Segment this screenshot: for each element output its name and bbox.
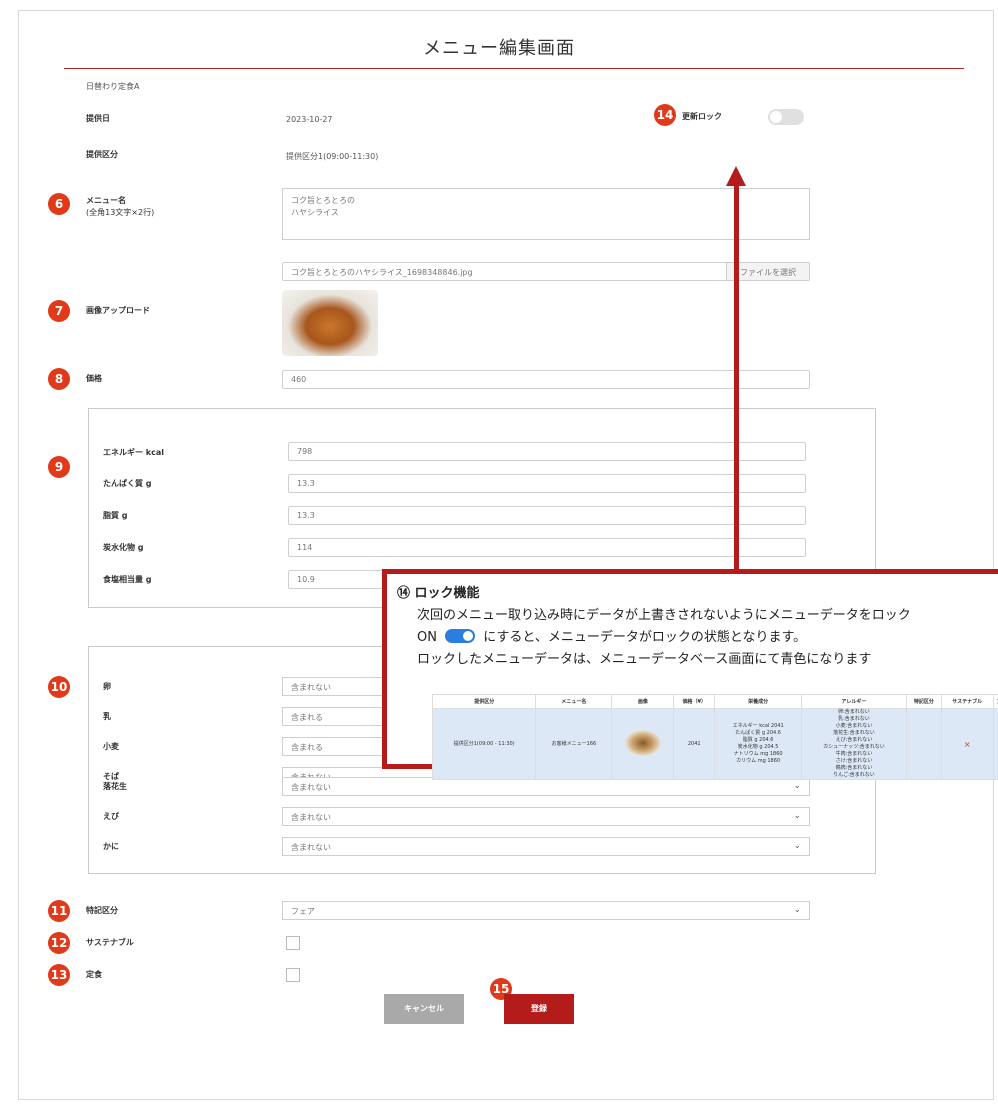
badge-6: 6 — [48, 193, 70, 215]
allergen-value-6: 含まれない — [291, 843, 331, 852]
breadcrumb: 日替わり定食A — [86, 82, 140, 91]
table-header: 栄養成分 — [714, 694, 803, 709]
table-cell-set: × — [992, 708, 998, 780]
table-header: メニュー名 — [535, 694, 613, 709]
chevron-down-icon: ⌄ — [793, 811, 801, 821]
allergen-value-4: 含まれない — [291, 783, 331, 792]
sustainable-checkbox[interactable] — [286, 936, 300, 950]
category-value: フェア — [291, 907, 315, 916]
table-header: アレルギー — [801, 694, 907, 709]
table-header: 価格（¥） — [673, 694, 716, 709]
offer-date-label: 提供日 — [86, 114, 110, 123]
badge-12: 12 — [48, 932, 70, 954]
cancel-button[interactable]: キャンセル — [384, 994, 464, 1024]
page-title: メニュー編集画面 — [423, 38, 575, 59]
allergen-label-0: 卵 — [103, 682, 111, 691]
menu-image-thumbnail[interactable] — [282, 290, 378, 356]
nutrition-label-1: たんぱく質 g — [103, 479, 152, 488]
register-button[interactable]: 登録 — [504, 994, 574, 1024]
callout-on-text: ON — [417, 630, 437, 645]
nutrition-input-0[interactable]: 798 — [288, 442, 806, 461]
lock-label: 更新ロック — [682, 112, 722, 121]
table-header: 特記区分 — [905, 694, 942, 709]
badge-10: 10 — [48, 676, 70, 698]
callout-line-2-text: にすると、メニューデータがロックの状態となります。 — [483, 630, 807, 645]
badge-7: 7 — [48, 300, 70, 322]
callout-title: ⑭ ロック機能 — [397, 586, 480, 601]
nutrition-input-3[interactable]: 114 — [288, 538, 806, 557]
lock-toggle[interactable] — [768, 109, 804, 125]
annotation-arrow — [734, 184, 739, 574]
callout-line-2: ON にすると、メニューデータがロックの状態となります。 — [417, 626, 806, 645]
set-checkbox[interactable] — [286, 968, 300, 982]
table-header: 定食 — [992, 694, 998, 709]
chevron-down-icon: ⌄ — [793, 905, 801, 915]
table-cell-nutrition: エネルギー kcal 2041 たんぱく質 g 204.6 脂質 g 204.6… — [714, 708, 803, 780]
chevron-down-icon: ⌄ — [793, 841, 801, 851]
badge-13: 13 — [48, 964, 70, 986]
title-divider — [64, 68, 964, 69]
set-label: 定食 — [86, 970, 102, 979]
table-cell-sustainable: × — [940, 708, 994, 780]
arrow-head-icon — [726, 166, 746, 186]
toggle-on-icon — [445, 629, 476, 643]
menu-name-textarea[interactable]: コク旨とろとろの ハヤシライス — [282, 188, 810, 240]
badge-8: 8 — [48, 368, 70, 390]
menu-thumbnail — [624, 729, 661, 756]
offer-slot-value: 提供区分1(09:00-11:30) — [286, 152, 379, 161]
callout-line-1: 次回のメニュー取り込み時にデータが上書きされないようにメニューデータをロック — [417, 608, 911, 623]
allergen-select-6[interactable]: 含まれない ⌄ — [282, 837, 810, 856]
chevron-down-icon: ⌄ — [793, 781, 801, 791]
offer-date-value: 2023-10-27 — [286, 115, 333, 124]
callout-line-3: ロックしたメニューデータは、メニューデータベース画面にて青色になります — [417, 652, 872, 667]
allergen-label-2: 小麦 — [103, 742, 119, 751]
nutrition-label-3: 炭水化物 g — [103, 543, 144, 552]
menu-name-sublabel: (全角13文字×2行) — [86, 208, 155, 217]
nutrition-label-4: 食塩相当量 g — [103, 575, 152, 584]
badge-9: 9 — [48, 456, 70, 478]
price-label: 価格 — [86, 374, 102, 383]
badge-11: 11 — [48, 900, 70, 922]
allergen-value-0: 含まれない — [291, 683, 331, 692]
category-label: 特記区分 — [86, 906, 118, 915]
allergen-label-6: かに — [103, 842, 119, 851]
allergen-select-5[interactable]: 含まれない ⌄ — [282, 807, 810, 826]
table-header: サステナブル — [940, 694, 994, 709]
table-header: 画像 — [611, 694, 675, 709]
nutrition-input-2[interactable]: 13.3 — [288, 506, 806, 525]
table-cell-category — [905, 708, 942, 780]
toggle-knob — [770, 111, 782, 123]
table-header: 提供区分 — [431, 694, 537, 709]
image-upload-label: 画像アップロード — [86, 306, 150, 315]
nutrition-label-2: 脂質 g — [103, 511, 128, 520]
allergen-value-2: 含まれる — [291, 743, 323, 752]
category-select[interactable]: フェア ⌄ — [282, 901, 810, 920]
table-cell-image — [611, 708, 675, 780]
offer-slot-label: 提供区分 — [86, 150, 118, 159]
database-preview-table: 提供区分 メニュー名 画像 価格（¥） 栄養成分 アレルギー 特記区分 サステナ… — [431, 694, 998, 780]
nutrition-input-1[interactable]: 13.3 — [288, 474, 806, 493]
table-cell-price: 2041 — [673, 708, 716, 780]
allergen-label-5: えび — [103, 812, 119, 821]
table-cell-allergy: 卵:含まれない 乳:含まれない 小麦:含まれない 落花生:含まれない えび:含ま… — [801, 708, 907, 780]
allergen-label-4: 落花生 — [103, 782, 127, 791]
nutrition-label-0: エネルギー kcal — [103, 448, 164, 457]
allergen-value-5: 含まれない — [291, 813, 331, 822]
sustainable-label: サステナブル — [86, 938, 134, 947]
allergen-value-1: 含まれる — [291, 713, 323, 722]
file-name-field: コク旨とろとろのハヤシライス_1698348846.jpg — [282, 262, 730, 281]
table-row: 提供区分1(09:00 - 11:30) お客様メニュー166 2041 エネル… — [431, 708, 998, 780]
table-cell-menu: お客様メニュー166 — [535, 708, 613, 780]
table-cell-slot: 提供区分1(09:00 - 11:30) — [431, 708, 537, 780]
lock-feature-callout: ⑭ ロック機能 次回のメニュー取り込み時にデータが上書きされないようにメニューデ… — [382, 569, 998, 780]
price-input[interactable]: 460 — [282, 370, 810, 389]
allergen-label-1: 乳 — [103, 712, 111, 721]
badge-14: 14 — [654, 104, 676, 126]
